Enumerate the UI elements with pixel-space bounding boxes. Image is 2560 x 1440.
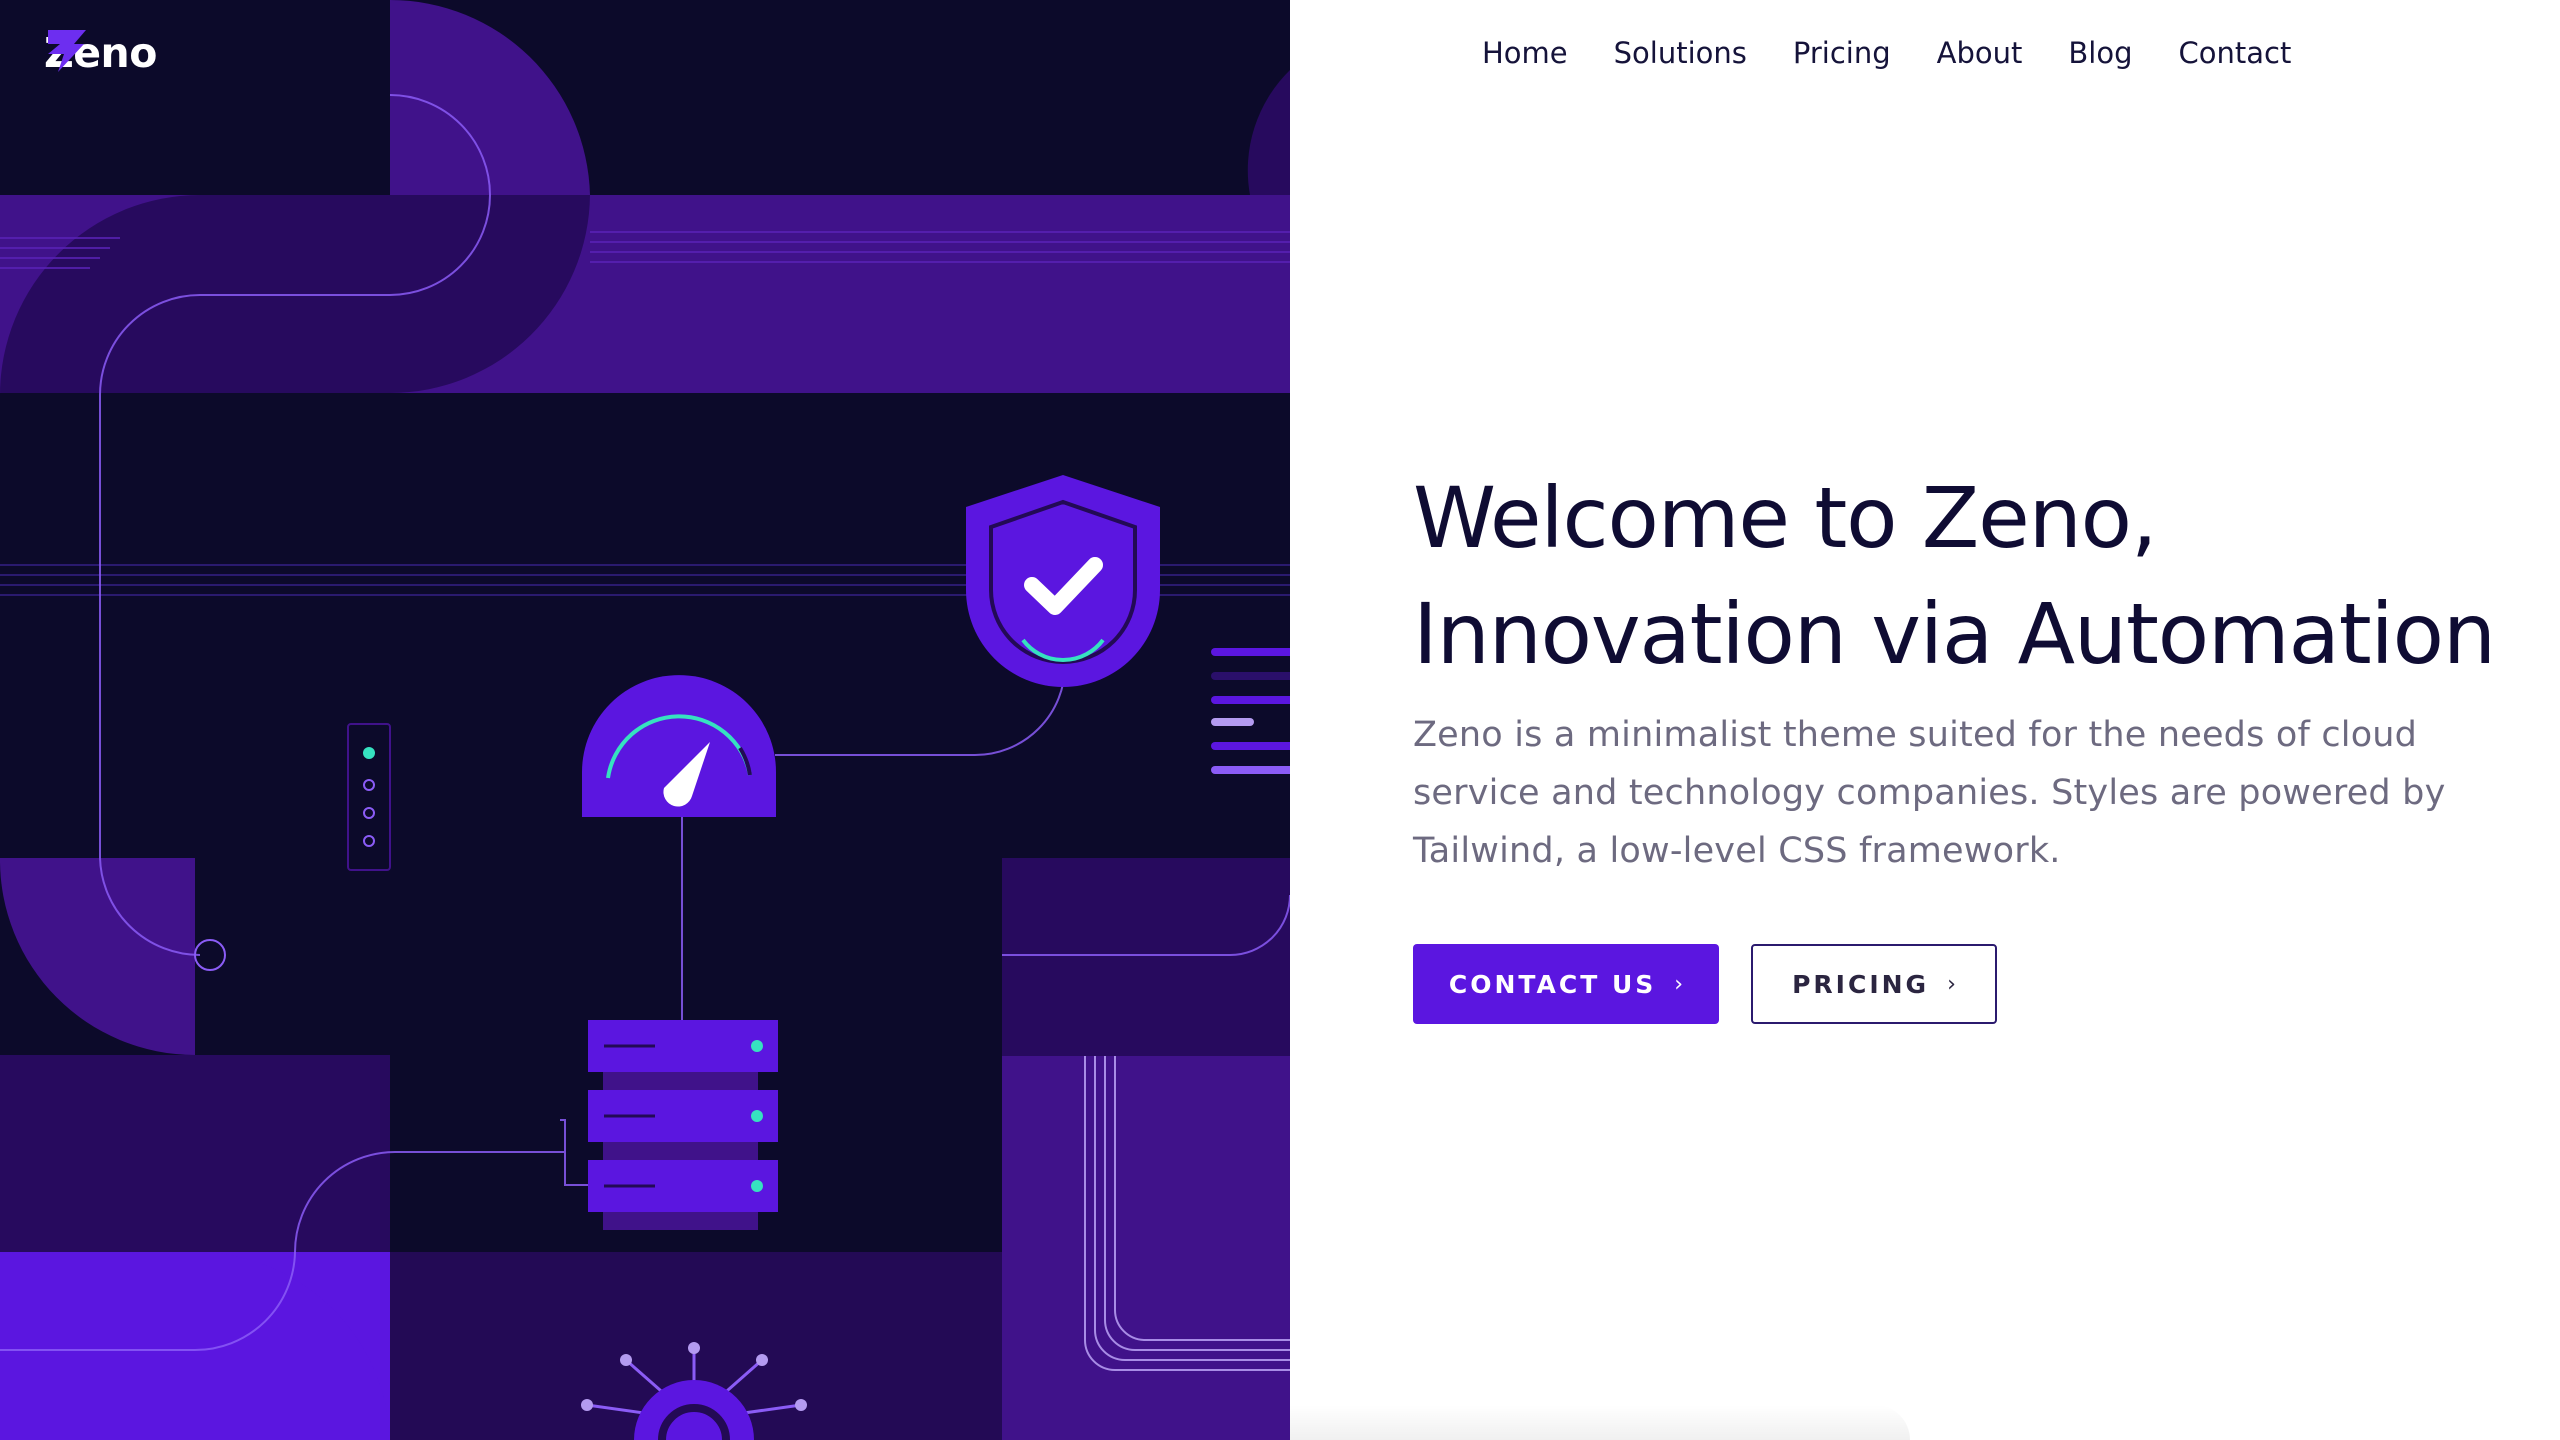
nav-home[interactable]: Home xyxy=(1482,36,1568,70)
lightning-bolt-logo-icon xyxy=(48,30,86,72)
chevron-right-icon: › xyxy=(1674,971,1684,997)
hero-description: Zeno is a minimalist theme suited for th… xyxy=(1413,715,2446,871)
section-divider-shadow xyxy=(1290,1405,1910,1440)
brand-logo[interactable]: Zeno xyxy=(44,28,157,78)
nav-pricing[interactable]: Pricing xyxy=(1793,36,1891,70)
shield-check-icon xyxy=(966,475,1160,687)
nav-solutions[interactable]: Solutions xyxy=(1614,36,1747,70)
nav-contact[interactable]: Contact xyxy=(2179,36,2292,70)
nav-about[interactable]: About xyxy=(1937,36,2023,70)
speedometer-icon xyxy=(582,675,776,817)
cta-row: CONTACT US › PRICING › xyxy=(1413,944,2533,1024)
status-dots-icon xyxy=(347,723,391,871)
hero-section: Welcome to Zeno, Innovation via Automati… xyxy=(1413,460,2533,1024)
contact-us-button[interactable]: CONTACT US › xyxy=(1413,944,1719,1024)
pricing-button[interactable]: PRICING › xyxy=(1751,944,1997,1024)
hero-illustration: Zeno xyxy=(0,0,1290,1440)
pricing-button-label: PRICING xyxy=(1792,969,1930,999)
hero-title-line-2: Innovation via Automation xyxy=(1413,585,2496,683)
hero-title: Welcome to Zeno, Innovation via Automati… xyxy=(1413,460,2533,692)
hero-title-line-1: Welcome to Zeno, xyxy=(1413,469,2158,567)
top-nav: Home Solutions Pricing About Blog Contac… xyxy=(1482,30,2291,76)
nav-blog[interactable]: Blog xyxy=(2068,36,2132,70)
chevron-right-icon: › xyxy=(1947,971,1956,997)
contact-us-button-label: CONTACT US xyxy=(1448,969,1657,999)
server-stack-icon xyxy=(588,1020,778,1230)
